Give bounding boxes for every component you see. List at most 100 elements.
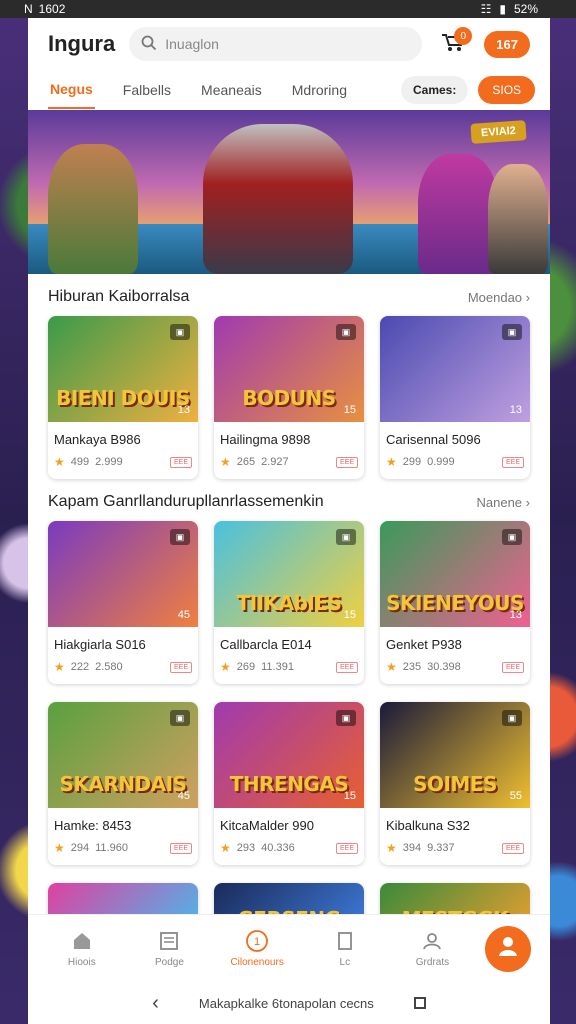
age-tag: ЕЕЕ: [501, 661, 524, 673]
game-card[interactable]: THRENGAS ▣ 15 KitcaMalder 990 ★ 293 40.336 ЕЕЕ: [214, 702, 364, 865]
game-card[interactable]: BODUNS ▣ 15 Hailingma 9898 ★ 265 2.927 ЕЕЕ: [214, 316, 364, 479]
coins-button[interactable]: 167: [484, 30, 530, 58]
rating: 499: [70, 456, 90, 468]
top-bar: Ingura Inuaglon 0 167: [28, 18, 550, 70]
game-meta: ★ 394 9.337 ЕЕЕ: [380, 837, 530, 865]
play-count: 9.337: [427, 842, 455, 854]
news-icon: [157, 929, 181, 953]
age-tag: ЕЕЕ: [335, 842, 358, 854]
play-count: 11.391: [261, 661, 294, 673]
game-thumbnail: THRENGAS ▣ 15: [214, 702, 364, 808]
wifi-icon: ☷: [480, 2, 492, 16]
star-icon: ★: [54, 660, 65, 674]
star-icon: ★: [386, 660, 397, 674]
bookmark-icon: [333, 929, 357, 953]
tab-falbells[interactable]: Falbells: [121, 72, 173, 108]
game-card[interactable]: SKIENEYOUS ▣ 13 Genket P938 ★ 235 30.398 ЕЕЕ: [380, 521, 530, 684]
star-icon: ★: [386, 455, 397, 469]
game-card[interactable]: SOIMES ▣ 55 Kibalkuna S32 ★ 394 9.337 ЕЕЕ: [380, 702, 530, 865]
game-card[interactable]: SKARNDAIS ▣ 45 Hamke: 8453 ★ 294 11.960 ЕЕЕ: [48, 702, 198, 865]
thumb-number: 13: [509, 609, 522, 621]
nav-home[interactable]: Hioois: [47, 929, 117, 968]
tab-meaneais[interactable]: Meaneais: [199, 72, 264, 108]
section-hiburan: Hiburan Kaiborralsa Moendao › BIENI DOUI…: [28, 274, 550, 479]
screen-icon: ▣: [170, 710, 190, 726]
thumb-number: 13: [177, 404, 190, 416]
game-card[interactable]: ▣ 45 Hiakgiarla S016 ★ 222 2.580 ЕЕЕ: [48, 521, 198, 684]
search-input[interactable]: Inuaglon: [129, 27, 423, 61]
age-tag: ЕЕЕ: [169, 661, 192, 673]
game-grid: ▣ 45 Hiakgiarla S016 ★ 222 2.580 ЕЕЕ TIIKAbIES ▣…: [48, 521, 530, 684]
thumb-number: 45: [177, 609, 190, 621]
game-title: Mankaya B986: [54, 432, 141, 447]
system-nav-label: Makapkalke 6tonapolan cecns: [198, 995, 374, 1011]
screen-icon: ▣: [336, 710, 356, 726]
play-count: 0.999: [427, 456, 455, 468]
game-meta: ★ 269 11.391 ЕЕЕ: [214, 656, 364, 684]
status-bar: N 1602 ☷ ▮ 52%: [0, 0, 576, 18]
play-count: 2.927: [261, 456, 289, 468]
play-count: 30.398: [427, 661, 461, 673]
section-kapam: Kapam Ganrllandurupllanrlassemenkin Nane…: [28, 479, 550, 865]
game-title: Genket P938: [386, 637, 462, 652]
section-title: Kapam Ganrllandurupllanrlassemenkin: [48, 493, 324, 510]
tab-mdroring[interactable]: Mdroring: [290, 72, 349, 108]
battery-level: 52%: [513, 2, 538, 16]
screen-icon: ▣: [336, 529, 356, 545]
sios-button[interactable]: SIOS: [478, 76, 536, 104]
age-tag: ЕЕЕ: [169, 456, 192, 468]
game-meta: ★ 222 2.580 ЕЕЕ: [48, 656, 198, 684]
game-logo-text: BODUNS: [242, 386, 336, 410]
rating: 265: [236, 456, 256, 468]
thumb-number: 15: [343, 790, 356, 802]
cart-button[interactable]: 0: [436, 27, 473, 59]
nav-news[interactable]: Podge: [134, 929, 204, 968]
screen-icon: ▣: [502, 710, 522, 726]
game-grid: SKARNDAIS ▣ 45 Hamke: 8453 ★ 294 11.960 ЕЕЕ THRE…: [48, 702, 530, 865]
game-title: Hiakgiarla S016: [54, 637, 146, 652]
play-count: 2.999: [95, 456, 123, 468]
hero-character-2: [203, 124, 353, 274]
hero-banner[interactable]: EVIAI2: [28, 110, 550, 274]
section-more-link[interactable]: Moendao ›: [468, 290, 530, 305]
game-title: Kibalkuna S32: [386, 818, 470, 833]
app-title: Ingura: [48, 31, 116, 56]
thumb-number: 55: [509, 790, 522, 802]
star-icon: ★: [220, 841, 231, 855]
star-icon: ★: [220, 455, 231, 469]
rating: 394: [402, 842, 422, 854]
game-card[interactable]: BIENI DOUIS ▣ 13 Mankaya B986 ★ 499 2.999 ЕЕЕ: [48, 316, 198, 479]
play-count: 11.960: [95, 842, 128, 854]
game-card[interactable]: TIIKAbIES ▣ 15 Callbarcla E014 ★ 269 11.391 ЕЕЕ: [214, 521, 364, 684]
game-meta: ★ 499 2.999 ЕЕЕ: [48, 451, 198, 479]
game-title: Hailingma 9898: [220, 432, 311, 447]
game-logo-text: SKIENEYOUS: [386, 591, 524, 615]
home-icon: [70, 929, 94, 953]
section-more-link[interactable]: Nanene ›: [477, 495, 531, 510]
game-thumbnail: SOIMES ▣ 55: [380, 702, 530, 808]
game-meta: ★ 299 0.999 ЕЕЕ: [380, 451, 530, 479]
thumb-number: 15: [343, 404, 356, 416]
game-meta: ★ 293 40.336 ЕЕЕ: [214, 837, 364, 865]
tab-negus[interactable]: Negus: [48, 71, 95, 109]
user-icon: [420, 929, 444, 953]
search-icon: [141, 35, 157, 54]
game-title: KitcaMalder 990: [220, 818, 314, 833]
game-thumbnail: BODUNS ▣ 15: [214, 316, 364, 422]
app-window: Ingura Inuaglon 0 167 Negus Falbells Mea…: [28, 18, 550, 1024]
game-card[interactable]: ▣ 13 Carisennal 5096 ★ 299 0.999 ЕЕЕ: [380, 316, 530, 479]
person-icon: [496, 934, 520, 963]
games-filter-button[interactable]: Cames:: [401, 76, 469, 104]
nav-coins[interactable]: 1 Cilonenours: [222, 929, 292, 968]
game-thumbnail: ▣ 45: [48, 521, 198, 627]
hero-badge: EVIAI2: [470, 120, 527, 144]
hero-character-4: [488, 164, 548, 274]
star-icon: ★: [220, 660, 231, 674]
recents-icon[interactable]: [413, 997, 426, 1009]
coin-icon: 1: [245, 929, 269, 953]
nav-bookmark[interactable]: Lc: [310, 929, 380, 968]
rating: 293: [236, 842, 256, 854]
profile-fab-button[interactable]: [485, 925, 532, 972]
back-icon[interactable]: ‹: [152, 992, 159, 1015]
nav-profile[interactable]: Grdrats: [397, 929, 467, 968]
